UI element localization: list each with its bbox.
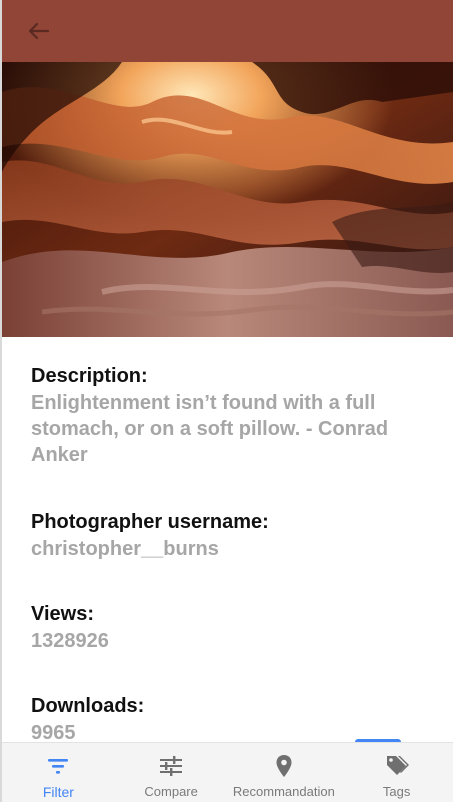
app-screen: Description: Enlightenment isn’t found w… xyxy=(0,0,453,802)
username-field: Photographer username: christopher__burn… xyxy=(31,508,431,562)
description-label: Description: xyxy=(31,365,148,387)
nav-item-compare[interactable]: Compare xyxy=(115,743,228,802)
downloads-field: Downloads: 9965 xyxy=(31,692,431,746)
nav-label-tags: Tags xyxy=(382,784,411,799)
downloads-label: Downloads: xyxy=(31,695,145,717)
back-button[interactable] xyxy=(24,18,54,44)
nav-item-recommandation[interactable]: Recommandation xyxy=(228,743,341,802)
description-field: Description: Enlightenment isn’t found w… xyxy=(31,362,431,468)
location-pin-icon xyxy=(271,753,297,779)
username-label: Photographer username: xyxy=(31,511,269,533)
nav-item-tags[interactable]: Tags xyxy=(340,743,453,802)
arrow-left-icon xyxy=(28,22,50,40)
photo-image xyxy=(2,62,453,337)
views-label: Views: xyxy=(31,603,94,625)
tags-icon xyxy=(384,753,410,779)
sliders-icon xyxy=(158,753,184,779)
views-field: Views: 1328926 xyxy=(31,600,431,654)
nav-label-filter: Filter xyxy=(42,784,74,800)
left-divider xyxy=(0,0,2,802)
description-value: Enlightenment isn’t found with a full st… xyxy=(31,392,389,466)
nav-item-filter[interactable]: Filter xyxy=(2,743,115,802)
app-bar xyxy=(2,0,453,62)
nav-label-recommandation: Recommandation xyxy=(232,784,335,799)
nav-label-compare: Compare xyxy=(144,784,198,799)
bottom-navigation: Filter Compare Recommandation Tags xyxy=(2,742,453,802)
filter-icon xyxy=(45,753,71,779)
username-value: christopher__burns xyxy=(31,538,219,560)
views-value: 1328926 xyxy=(31,630,109,652)
